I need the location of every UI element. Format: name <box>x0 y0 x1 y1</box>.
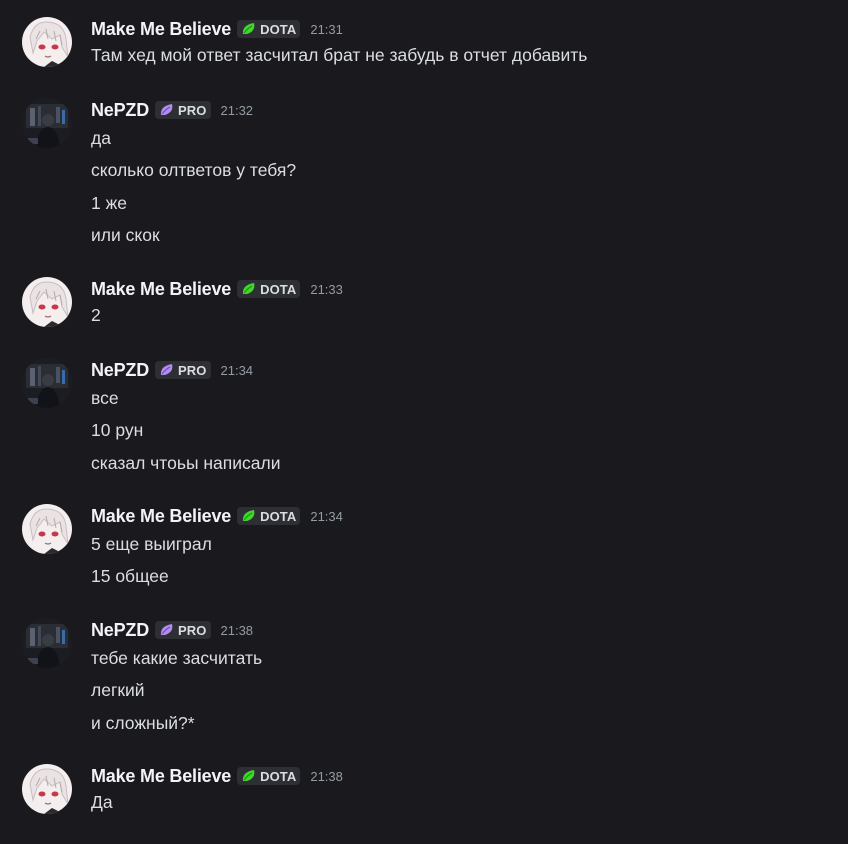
message-text: сказал чтоьы написали <box>91 453 281 473</box>
server-tag[interactable]: DOTA <box>237 280 301 298</box>
message-text: или скок <box>91 225 160 245</box>
server-tag[interactable]: DOTA <box>237 507 301 525</box>
tag-label: PRO <box>178 622 207 638</box>
username[interactable]: Make Me Believe <box>91 506 231 527</box>
tag-label: DOTA <box>260 281 297 297</box>
timestamp[interactable]: 21:31 <box>310 22 343 37</box>
green-leaf-icon <box>241 22 257 36</box>
avatar[interactable] <box>22 504 72 554</box>
tag-label: PRO <box>178 102 207 118</box>
message-text: 10 рун <box>91 420 144 440</box>
server-tag[interactable]: DOTA <box>237 767 301 785</box>
username[interactable]: Make Me Believe <box>91 19 231 40</box>
green-leaf-icon <box>241 282 257 296</box>
message-text: Там хед мой ответ засчитал брат не забуд… <box>91 45 588 65</box>
message-header: Make Me Believe DOTA 21:38 <box>91 764 343 788</box>
dark-photo-avatar-icon <box>22 618 72 668</box>
anime-avatar-icon <box>22 504 72 554</box>
server-tag[interactable]: PRO <box>155 621 211 639</box>
message-text: 2 <box>91 305 101 325</box>
avatar[interactable] <box>22 764 72 814</box>
timestamp[interactable]: 21:32 <box>221 103 254 118</box>
tag-label: PRO <box>178 362 207 378</box>
message-header: NePZD PRO 21:38 <box>91 618 253 642</box>
username[interactable]: Make Me Believe <box>91 279 231 300</box>
anime-avatar-icon <box>22 17 72 67</box>
message-text: тебе какие засчитать <box>91 648 263 668</box>
avatar[interactable] <box>22 358 72 408</box>
timestamp[interactable]: 21:38 <box>310 769 343 784</box>
dark-photo-avatar-icon <box>22 98 72 148</box>
tag-label: DOTA <box>260 21 297 37</box>
message-text: 15 общее <box>91 566 169 586</box>
green-leaf-icon <box>241 509 257 523</box>
purple-leaf-icon <box>159 363 175 377</box>
message-header: Make Me Believe DOTA 21:34 <box>91 504 343 528</box>
message-text: 5 еще выиграл <box>91 534 212 554</box>
message-header: Make Me Believe DOTA 21:31 <box>91 17 343 41</box>
message-header: NePZD PRO 21:34 <box>91 358 253 382</box>
message-header: NePZD PRO 21:32 <box>91 98 253 122</box>
username[interactable]: Make Me Believe <box>91 766 231 787</box>
avatar[interactable] <box>22 618 72 668</box>
username[interactable]: NePZD <box>91 100 149 121</box>
username[interactable]: NePZD <box>91 360 149 381</box>
chat-messages: Make Me Believe DOTA 21:31 Там хед мой о… <box>0 0 848 844</box>
anime-avatar-icon <box>22 277 72 327</box>
message-text: да <box>91 128 111 148</box>
username[interactable]: NePZD <box>91 620 149 641</box>
avatar[interactable] <box>22 98 72 148</box>
server-tag[interactable]: PRO <box>155 101 211 119</box>
message-text: сколько олтветов у тебя? <box>91 160 297 180</box>
timestamp[interactable]: 21:33 <box>310 282 343 297</box>
message-header: Make Me Believe DOTA 21:33 <box>91 277 343 301</box>
anime-avatar-icon <box>22 764 72 814</box>
message-text: легкий <box>91 680 145 700</box>
message-text: все <box>91 388 119 408</box>
dark-photo-avatar-icon <box>22 358 72 408</box>
server-tag[interactable]: PRO <box>155 361 211 379</box>
purple-leaf-icon <box>159 103 175 117</box>
message-text: и сложный?* <box>91 713 195 733</box>
avatar[interactable] <box>22 17 72 67</box>
timestamp[interactable]: 21:38 <box>221 623 254 638</box>
message-text: Да <box>91 792 113 812</box>
server-tag[interactable]: DOTA <box>237 20 301 38</box>
purple-leaf-icon <box>159 623 175 637</box>
green-leaf-icon <box>241 769 257 783</box>
tag-label: DOTA <box>260 508 297 524</box>
message-text: 1 же <box>91 193 128 213</box>
tag-label: DOTA <box>260 768 297 784</box>
timestamp[interactable]: 21:34 <box>221 363 254 378</box>
timestamp[interactable]: 21:34 <box>310 509 343 524</box>
avatar[interactable] <box>22 277 72 327</box>
